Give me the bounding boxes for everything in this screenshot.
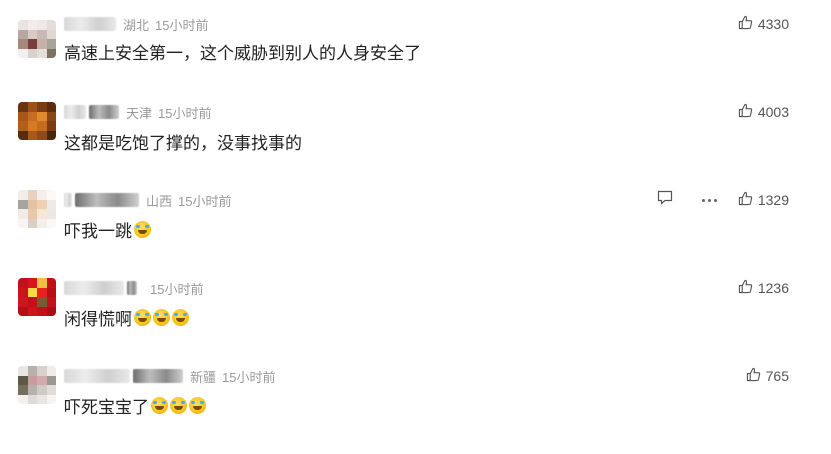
comment-text-content: 闲得慌啊 (64, 309, 132, 329)
comment-text: 高速上安全第一，这个威胁到别人的人身安全了 (64, 38, 421, 64)
thumbs-up-icon (746, 367, 766, 385)
avatar[interactable] (18, 190, 56, 228)
like-count: 765 (765, 368, 789, 384)
comment-text: 这都是吃饱了撑的，没事找事的 (64, 128, 302, 154)
thumbs-up-icon (738, 191, 758, 209)
comment-meta: 湖北 15小时前 (64, 14, 208, 34)
crying-laughing-emoji-icon (189, 396, 206, 414)
like-button[interactable]: 1329 (738, 190, 789, 210)
comment-item: 湖北 15小时前 高速上安全第一，这个威胁到别人的人身安全了 4330 (0, 14, 831, 102)
crying-laughing-emoji-icon (153, 308, 170, 326)
comment-meta: 15小时前 (64, 278, 203, 298)
comment-meta: 山西 15小时前 (64, 190, 231, 210)
like-button[interactable]: 4330 (738, 14, 789, 34)
comment-item: 山西 15小时前 吓我一跳 1329 (0, 190, 831, 278)
more-button[interactable] (702, 190, 717, 210)
comment-text-content: 吓我一跳 (64, 221, 132, 241)
username-redacted (64, 281, 124, 295)
username-redacted (64, 17, 116, 31)
username-redacted (64, 193, 72, 207)
thumbs-up-icon (738, 279, 758, 297)
comment-meta: 新疆 15小时前 (64, 366, 275, 386)
thumbs-up-icon (738, 103, 758, 121)
crying-laughing-emoji-icon (134, 220, 151, 238)
username-redacted (133, 369, 183, 383)
like-count: 4003 (757, 104, 789, 120)
username-redacted (64, 369, 130, 383)
comment-time: 15小时前 (150, 281, 204, 297)
avatar[interactable] (18, 278, 56, 316)
comment-text-content: 高速上安全第一，这个威胁到别人的人身安全了 (64, 43, 421, 63)
thumbs-up-icon (738, 15, 758, 33)
like-count: 1236 (757, 280, 789, 296)
user-location: 新疆 (190, 369, 217, 385)
crying-laughing-emoji-icon (151, 396, 168, 414)
user-location: 天津 (126, 105, 153, 121)
avatar[interactable] (18, 366, 56, 404)
username-redacted (127, 281, 137, 295)
like-button[interactable]: 4003 (738, 102, 789, 122)
comment-time: 15小时前 (178, 193, 232, 209)
comment-time: 15小时前 (222, 369, 276, 385)
comment-text-content: 吓死宝宝了 (64, 397, 149, 417)
reply-button[interactable] (657, 190, 673, 210)
crying-laughing-emoji-icon (170, 396, 187, 414)
user-location: 山西 (146, 193, 173, 209)
comment-item: 天津 15小时前 这都是吃饱了撑的，没事找事的 4003 (0, 102, 831, 190)
like-count: 4330 (757, 16, 789, 32)
comment-time: 15小时前 (158, 105, 212, 121)
comment-text-content: 这都是吃饱了撑的，没事找事的 (64, 133, 302, 153)
more-icon (702, 198, 717, 202)
comment-icon (657, 190, 673, 210)
username-redacted (75, 193, 139, 207)
crying-laughing-emoji-icon (134, 308, 151, 326)
crying-laughing-emoji-icon (172, 308, 189, 326)
comment-text: 吓死宝宝了 (64, 392, 206, 418)
user-location: 湖北 (123, 17, 150, 33)
comment-time: 15小时前 (155, 17, 209, 33)
username-redacted (64, 105, 86, 119)
username-redacted (89, 105, 119, 119)
like-button[interactable]: 765 (746, 366, 789, 386)
like-button[interactable]: 1236 (738, 278, 789, 298)
like-count: 1329 (757, 192, 789, 208)
avatar[interactable] (18, 20, 56, 58)
comment-text: 闲得慌啊 (64, 304, 189, 330)
comment-item: 新疆 15小时前 吓死宝宝了 765 (0, 366, 831, 454)
comment-text: 吓我一跳 (64, 216, 151, 242)
comment-meta: 天津 15小时前 (64, 102, 211, 122)
avatar[interactable] (18, 102, 56, 140)
comment-item: 15小时前 闲得慌啊 1236 (0, 278, 831, 366)
